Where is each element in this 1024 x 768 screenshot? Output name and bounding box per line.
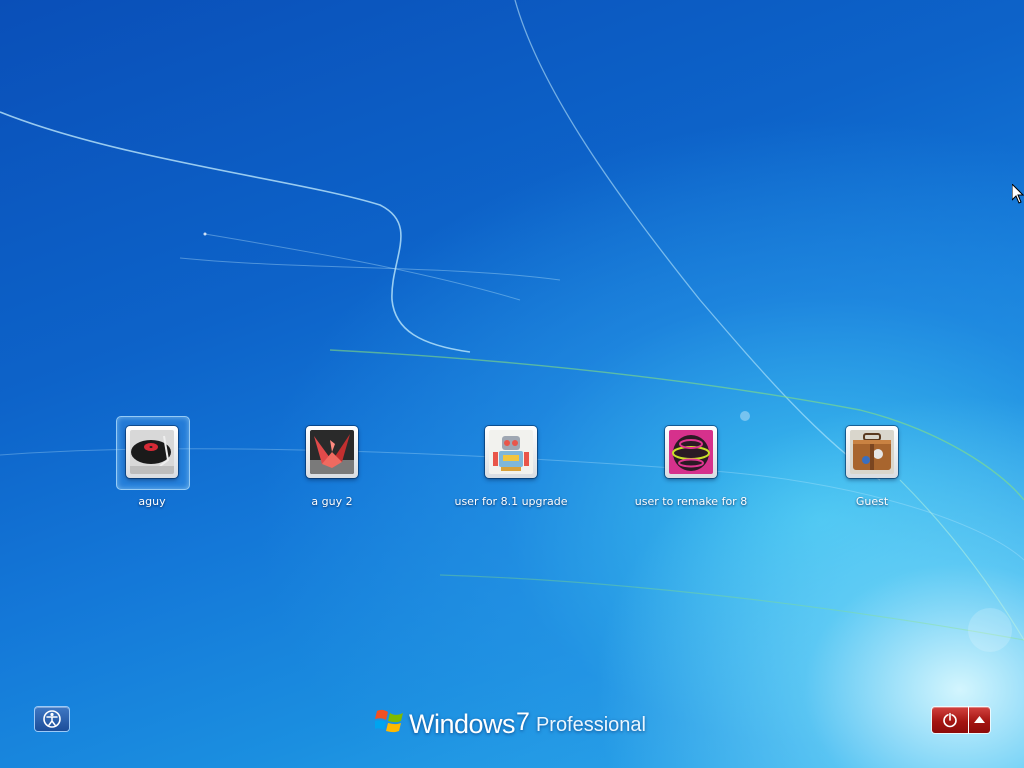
user-picture-frame — [126, 426, 178, 478]
background-swooshes — [0, 0, 1024, 652]
user-tile-user-for-8-1-upgrade[interactable]: user for 8.1 upgrade — [431, 420, 591, 508]
ease-of-access-button[interactable] — [35, 707, 69, 731]
user-name-label: a guy 2 — [311, 495, 353, 508]
ease-of-access-icon — [43, 710, 61, 728]
user-tile-a-guy-2[interactable]: a guy 2 — [252, 420, 412, 508]
user-picture-frame — [485, 426, 537, 478]
brand-word: Windows — [409, 709, 516, 739]
chevron-up-icon — [974, 716, 985, 723]
user-name-label: aguy — [138, 495, 166, 508]
suitcase-icon — [850, 430, 894, 474]
user-name-label: Guest — [855, 495, 889, 508]
mouse-pointer-icon — [1012, 184, 1024, 204]
user-tile-user-to-remake-for-8[interactable]: user to remake for 8 — [611, 420, 771, 508]
user-picture-frame — [306, 426, 358, 478]
brand-edition: Professional — [535, 714, 646, 736]
windows-logo-icon — [375, 709, 403, 733]
windows-branding: Windows 7 Professional — [375, 703, 646, 739]
brand-version: 7 — [516, 708, 530, 736]
shut-down-options-button[interactable] — [969, 707, 990, 733]
user-picture-frame — [665, 426, 717, 478]
user-name-label: user for 8.1 upgrade — [454, 495, 568, 508]
paper-crane-icon — [310, 430, 354, 474]
robot-icon — [489, 430, 533, 474]
turntable-icon — [130, 430, 174, 474]
ball-icon — [669, 430, 713, 474]
power-icon — [943, 712, 957, 728]
user-picture-frame — [846, 426, 898, 478]
power-controls — [932, 707, 990, 733]
user-tile-aguy[interactable]: aguy — [72, 416, 232, 508]
shut-down-button[interactable] — [932, 707, 968, 733]
user-name-label: user to remake for 8 — [634, 495, 748, 508]
user-tile-guest[interactable]: Guest — [792, 420, 952, 508]
